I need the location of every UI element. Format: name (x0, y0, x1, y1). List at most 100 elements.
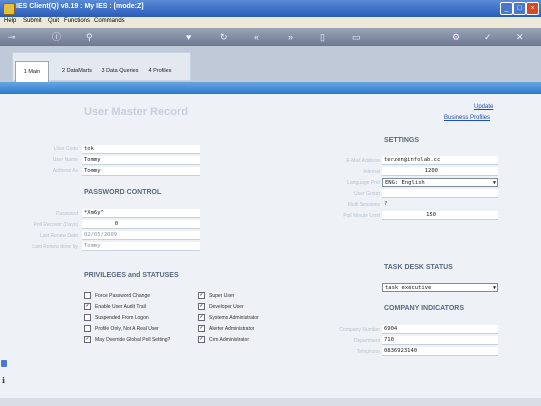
tab-profiles[interactable]: 4 Profiles (145, 61, 175, 81)
internal-label: Internal (363, 169, 380, 175)
language-value: ENG: English (385, 180, 425, 186)
task-desk-heading: TASK DESK STATUS (384, 264, 453, 271)
checkbox-label: Developer User (209, 303, 244, 310)
suspended-from-logon-checkbox[interactable]: Suspended From Logon (84, 314, 149, 321)
checkbox-label: Super User (209, 292, 235, 299)
search-icon[interactable]: ⚲ (86, 31, 93, 43)
multi-sessions-label: Multi Sessions (347, 202, 380, 208)
minimize-button[interactable]: _ (500, 2, 513, 15)
department-field[interactable]: 710 (382, 336, 498, 345)
tab-datamarts[interactable]: 2 DataMarts (57, 61, 97, 81)
chevron-down-icon[interactable]: ▼ (493, 179, 496, 187)
status-bar (0, 398, 541, 406)
company-number-label: Company Number (339, 327, 380, 333)
crm-administrator-checkbox[interactable]: ✓ Crm Administrator (198, 336, 249, 343)
user-group-field[interactable] (382, 189, 498, 198)
fast-forward-icon[interactable]: » (288, 31, 293, 43)
business-profiles-link[interactable]: Business Profiles (444, 115, 490, 121)
chevron-down-icon[interactable]: ▼ (493, 284, 496, 292)
tab-strip: 1 Main 2 DataMarts 3 Data Queries 4 Prof… (0, 46, 541, 83)
toolbar: ⊸ ⓘ ⚲ ♥ ↻ « » ▯ ▭ ⚙ ✓ ✕ (0, 28, 541, 46)
refresh-icon[interactable]: ↻ (220, 31, 228, 43)
checkbox-box[interactable]: ✓ (198, 303, 205, 310)
checkbox-label: Profile Only, Not A Real User (95, 325, 159, 332)
systems-administrator-checkbox[interactable]: ✓ Systems Administrator (198, 314, 259, 321)
poll-recover-field[interactable]: 0 (82, 220, 200, 229)
internal-field[interactable]: 1200 (382, 167, 498, 176)
user-code-field[interactable]: tok (82, 145, 200, 154)
password-control-heading: PASSWORD CONTROL (84, 189, 162, 196)
checkbox-box[interactable]: ✓ (198, 325, 205, 332)
menu-quit[interactable]: Quit (48, 18, 59, 24)
info-icon[interactable]: ⓘ (52, 31, 61, 43)
last-renew-date-field: 02/05/2009 (82, 231, 200, 240)
update-link[interactable]: Update (474, 104, 493, 110)
alerter-administrator-checkbox[interactable]: ✓ Alerter Administrator (198, 325, 254, 332)
heart-icon[interactable]: ♥ (186, 31, 191, 43)
menu-help[interactable]: Help (4, 18, 16, 24)
language-label: Language Pref (347, 180, 380, 186)
force-password-change-checkbox[interactable]: Force Password Change (84, 292, 150, 299)
company-number-field[interactable]: 6904 (382, 325, 498, 334)
override-global-poll-checkbox[interactable]: ✓ May Override Global Poll Setting? (84, 336, 170, 343)
telephone-label: Telephone (356, 349, 380, 355)
left-side-bar: ℹ (0, 356, 8, 396)
checkbox-box[interactable]: ✓ (198, 336, 205, 343)
header-band (0, 82, 541, 94)
task-desk-value: task executive (385, 285, 432, 291)
enable-audit-trail-checkbox[interactable]: ✓ Enable User Audit Trail (84, 303, 146, 310)
checkbox-label: Alerter Administrator (209, 325, 255, 332)
department-label: Department (353, 338, 380, 344)
window-title: IES Client(Q) v8.19 : My IES : [mode:Z] (16, 3, 144, 10)
checkbox-box[interactable]: ✓ (198, 314, 205, 321)
poll-minute-label: Poll Minute Limit (343, 213, 380, 219)
title-bar: IES Client(Q) v8.19 : My IES : [mode:Z] … (0, 0, 541, 17)
address-as-field[interactable]: Tommy (82, 167, 200, 176)
telephone-field[interactable]: 0836923140 (382, 347, 498, 356)
checkbox-label: Crm Administrator (209, 336, 250, 343)
task-desk-select[interactable]: task executive ▼ (382, 283, 498, 292)
checkbox-label: Systems Administrator (209, 314, 259, 321)
language-select[interactable]: ENG: English ▼ (382, 178, 498, 187)
poll-minute-field[interactable]: 150 (382, 211, 498, 220)
password-field[interactable]: *Xm6y^ (82, 209, 200, 218)
developer-user-checkbox[interactable]: ✓ Developer User (198, 303, 244, 310)
menu-functions[interactable]: Functions (64, 18, 90, 24)
user-code-label: User Code (54, 146, 78, 152)
multi-sessions-field[interactable]: ? (382, 200, 498, 209)
checkbox-label: Suspended From Logon (95, 314, 149, 321)
key-icon[interactable]: ⊸ (8, 31, 16, 43)
checkbox-box[interactable]: ✓ (84, 336, 91, 343)
checkbox-box[interactable] (84, 314, 91, 321)
tab-main[interactable]: 1 Main (15, 61, 49, 83)
checkbox-box[interactable] (84, 325, 91, 332)
poll-recover-label: Poll Recover (Days) (33, 222, 78, 228)
settings-icon[interactable]: ⚙ (452, 31, 460, 43)
email-field[interactable]: terzen@infolab.cc (382, 156, 498, 165)
checkbox-label: May Override Global Poll Setting? (95, 336, 171, 343)
profile-only-checkbox[interactable]: Profile Only, Not A Real User (84, 325, 159, 332)
app-menu-icon[interactable] (1, 360, 7, 367)
password-label: Password (56, 211, 78, 217)
checkbox-box[interactable]: ✓ (84, 303, 91, 310)
check-icon[interactable]: ✓ (484, 31, 492, 43)
tab-data-queries[interactable]: 3 Data Queries (99, 61, 141, 81)
trash-icon[interactable]: ▭ (352, 31, 361, 43)
close-window-button[interactable]: × (526, 2, 539, 15)
document-icon[interactable]: ▯ (320, 31, 325, 43)
checkbox-box[interactable] (84, 292, 91, 299)
last-renew-date-label: Last Renew Date (39, 233, 78, 239)
page-title: User Master Record (84, 106, 188, 118)
user-name-field[interactable]: Tommy (82, 156, 200, 165)
close-icon[interactable]: ✕ (516, 31, 524, 43)
maximize-button[interactable]: □ (513, 2, 526, 15)
main-content: User Master Record Update Business Profi… (8, 94, 533, 398)
super-user-checkbox[interactable]: ✓ Super User (198, 292, 234, 299)
menu-submit[interactable]: Submit (23, 18, 42, 24)
checkbox-box[interactable]: ✓ (198, 292, 205, 299)
checkbox-label: Enable User Audit Trail (95, 303, 146, 310)
last-renew-by-field: Tommy (82, 242, 200, 251)
info-icon[interactable]: ℹ (2, 376, 5, 385)
menu-commands[interactable]: Commands (94, 18, 125, 24)
rewind-icon[interactable]: « (254, 31, 259, 43)
